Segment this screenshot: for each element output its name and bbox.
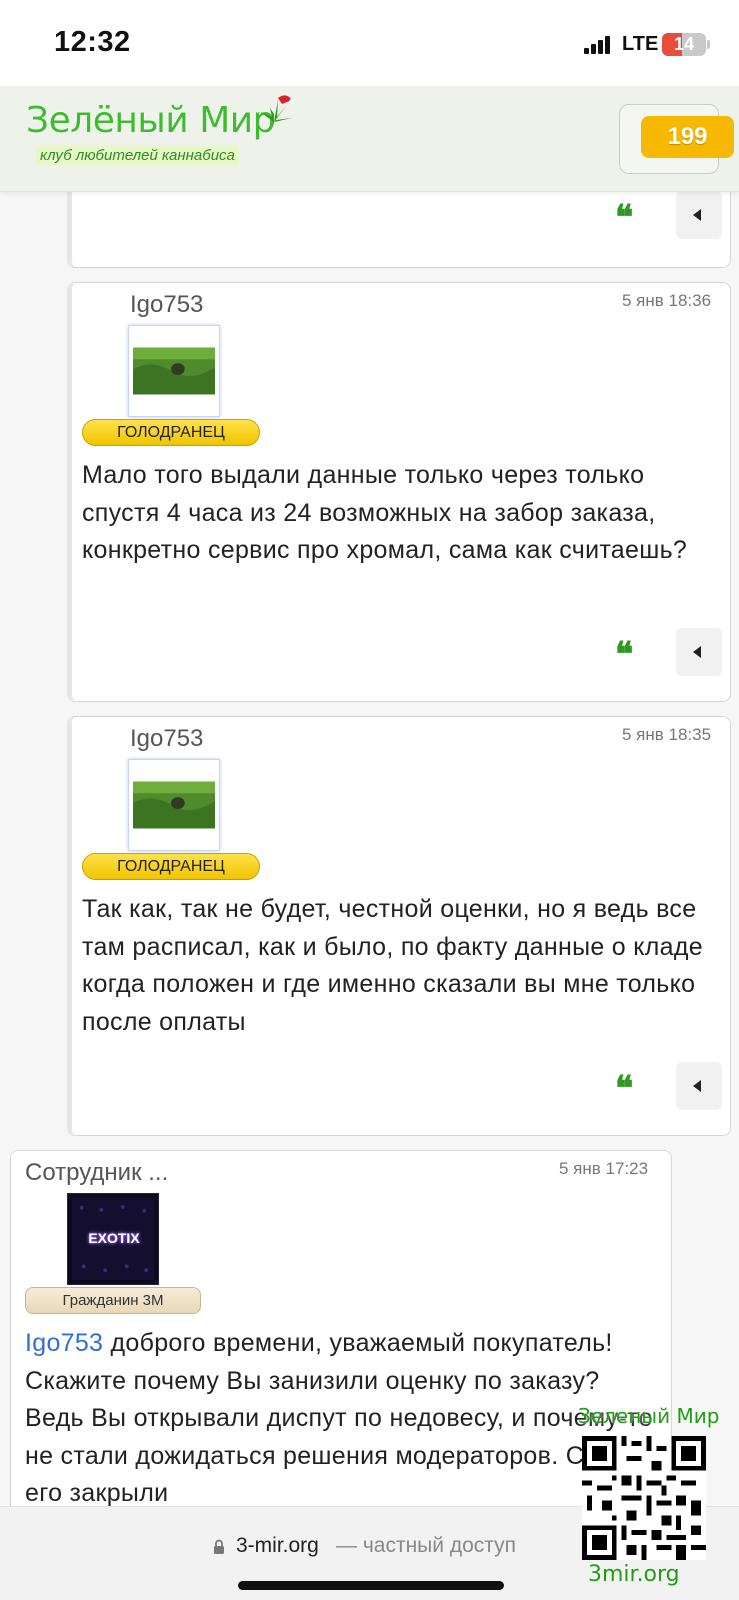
status-bar: 12:32 LTE 14 xyxy=(0,0,739,86)
post-text: Так как, так не будет, честной оценки, н… xyxy=(82,895,703,1036)
post-text: Мало того выдали данные только через тол… xyxy=(82,461,688,564)
user-rank-badge: ГОЛОДРАНЕЦ xyxy=(82,853,260,880)
avatar-label: EXOTIX xyxy=(88,1230,140,1246)
collapse-button[interactable] xyxy=(676,1062,722,1110)
network-type: LTE xyxy=(622,33,659,55)
screen: 12:32 LTE 14 Зелёный Мир клуб любителей … xyxy=(0,0,739,1600)
watermark-url: 3mir.org xyxy=(588,1562,680,1587)
status-time: 12:32 xyxy=(54,26,131,58)
battery-nub xyxy=(707,40,710,49)
url-host[interactable]: 3-mir.org xyxy=(236,1534,319,1558)
avatar[interactable] xyxy=(128,759,220,851)
post-text-body: доброго времени, уважаемый покупатель! С… xyxy=(25,1329,653,1507)
home-indicator[interactable] xyxy=(238,1581,504,1590)
avatar[interactable] xyxy=(128,325,220,417)
user-mention-link[interactable]: Igo753 xyxy=(25,1329,103,1357)
user-rank-badge: ГОЛОДРАНЕЦ xyxy=(82,419,260,446)
user-rank-badge: Гражданин 3М xyxy=(25,1287,201,1314)
avatar-image xyxy=(133,330,215,412)
qr-code-image xyxy=(582,1436,706,1560)
battery-icon: 14 xyxy=(662,33,706,56)
post-author[interactable]: Igo753 xyxy=(130,725,203,753)
watermark-title: Зеленый Мир xyxy=(578,1404,720,1428)
post-card: Igo753 5 янв 18:35 ГОЛОДРАНЕЦ Так как, т… xyxy=(67,716,731,1136)
post-author[interactable]: Сотрудник ... xyxy=(25,1159,168,1187)
avatar[interactable]: EXOTIX xyxy=(67,1193,159,1285)
post-date[interactable]: 5 янв 18:35 xyxy=(622,725,711,745)
cannabis-leaf-icon xyxy=(260,95,295,126)
post-date[interactable]: 5 янв 17:23 xyxy=(559,1159,648,1179)
signal-bars-icon xyxy=(584,36,610,54)
post-author[interactable]: Igo753 xyxy=(130,291,203,319)
watermark-qr: Зеленый Мир 3mir.org xyxy=(574,1404,719,1594)
url-privacy-note: — частный доступ xyxy=(336,1534,516,1557)
quote-icon[interactable]: ❝ xyxy=(615,638,633,672)
notifications-count-badge[interactable]: 199 xyxy=(641,116,734,158)
avatar-image xyxy=(133,764,215,846)
site-header: Зелёный Мир клуб любителей каннабиса xyxy=(0,86,739,192)
lock-icon xyxy=(214,1539,224,1554)
quote-icon[interactable]: ❝ xyxy=(615,1072,633,1106)
post-text: Igo753 доброго времени, уважаемый покупа… xyxy=(25,1325,655,1513)
collapse-button[interactable] xyxy=(676,628,722,676)
battery-percent: 14 xyxy=(673,34,695,54)
post-card: Igo753 5 янв 18:36 ГОЛОДРАНЕЦ Мало того … xyxy=(67,282,731,702)
post-date[interactable]: 5 янв 18:36 xyxy=(622,291,711,311)
site-logo-title[interactable]: Зелёный Мир xyxy=(26,100,276,141)
quote-icon[interactable]: ❝ xyxy=(615,201,633,235)
site-logo-subtitle: клуб любителей каннабиса xyxy=(36,146,239,165)
collapse-button[interactable] xyxy=(676,191,722,239)
